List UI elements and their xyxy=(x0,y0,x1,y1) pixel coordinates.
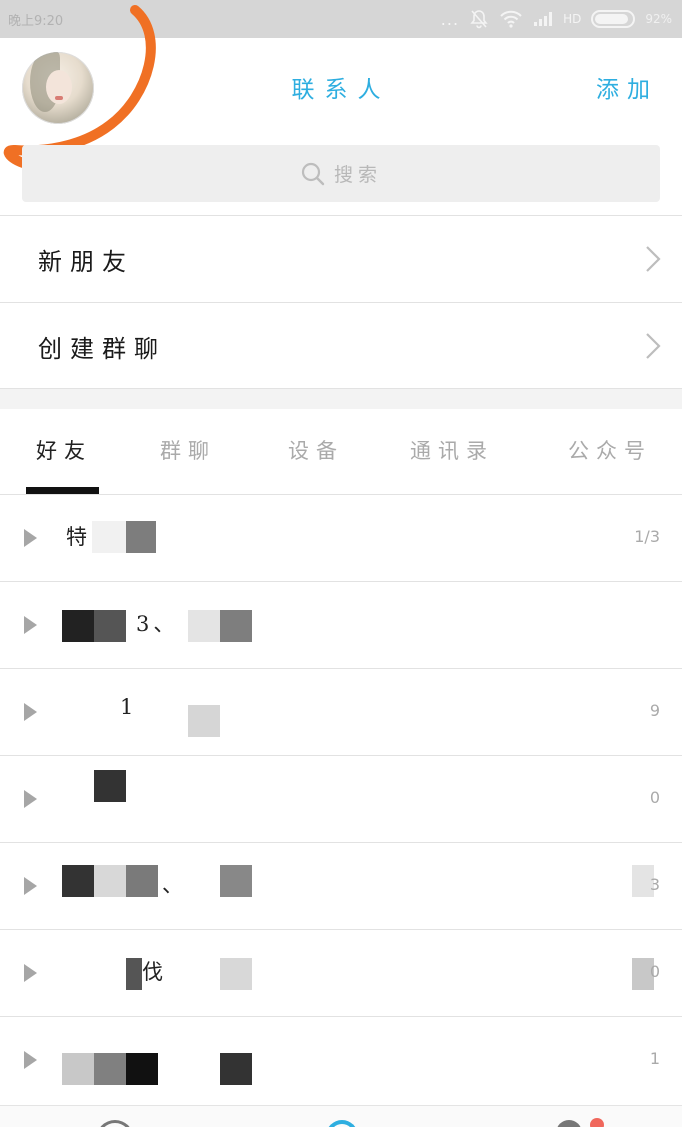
bell-muted-icon xyxy=(470,10,488,29)
friend-group-row[interactable]: 特 关心 1/3 xyxy=(0,495,682,582)
explore-tab-icon[interactable] xyxy=(556,1120,582,1127)
expand-triangle-icon xyxy=(24,616,37,634)
chevron-right-icon xyxy=(646,246,661,272)
friend-group-row[interactable]: 1 xyxy=(0,1017,682,1104)
friend-group-row[interactable]: 3、 xyxy=(0,582,682,669)
contacts-tab-icon[interactable] xyxy=(326,1120,358,1127)
signal-icon xyxy=(534,12,553,26)
expand-triangle-icon xyxy=(24,964,37,982)
notification-badge xyxy=(590,1118,604,1127)
page-title: 联系人 xyxy=(291,77,391,103)
create-group-row[interactable]: 创建群聊 xyxy=(0,303,682,389)
group-name: 、 xyxy=(162,873,187,897)
add-button[interactable]: 添加 xyxy=(596,70,658,104)
status-icons: ... HD 92% xyxy=(441,7,672,31)
expand-triangle-icon xyxy=(24,1051,37,1069)
search-bar[interactable]: 搜索 xyxy=(22,145,660,202)
network-label: HD xyxy=(563,12,582,26)
group-name: 1 xyxy=(120,695,138,719)
section-gap xyxy=(0,389,682,409)
friend-group-row[interactable]: 1 9 xyxy=(0,669,682,756)
status-bar: 晚上9:20 ... HD 92% xyxy=(0,0,682,38)
group-count: 1/3 xyxy=(634,527,660,546)
battery-icon xyxy=(591,10,636,28)
bottom-nav xyxy=(0,1105,682,1127)
wifi-icon xyxy=(500,10,522,28)
create-group-label: 创建群聊 xyxy=(38,335,166,363)
group-count: 9 xyxy=(649,701,660,720)
friend-group-row[interactable]: 、 3 xyxy=(0,843,682,930)
group-name: 3、 xyxy=(136,612,179,636)
tab-groups[interactable]: 群聊 xyxy=(160,435,216,465)
group-count: 1 xyxy=(649,1049,660,1068)
more-dots-icon: ... xyxy=(440,9,460,29)
tab-official-accounts[interactable]: 公众号 xyxy=(568,435,652,465)
expand-triangle-icon xyxy=(24,529,37,547)
friend-group-row[interactable]: 0 xyxy=(0,756,682,843)
tab-address-book[interactable]: 通讯录 xyxy=(410,435,494,465)
group-name: 伐 xyxy=(142,960,167,984)
group-count: 0 xyxy=(649,788,660,807)
search-placeholder: 搜索 xyxy=(333,164,382,186)
battery-percent: 92% xyxy=(645,12,672,26)
search-icon xyxy=(301,162,325,185)
expand-triangle-icon xyxy=(24,877,37,895)
tab-indicator xyxy=(26,487,99,494)
friend-group-row[interactable]: 伐 0 xyxy=(0,930,682,1017)
new-friends-label: 新朋友 xyxy=(38,248,134,276)
expand-triangle-icon xyxy=(24,790,37,808)
tab-devices[interactable]: 设备 xyxy=(288,435,344,465)
group-count: 0 xyxy=(649,962,660,981)
messages-tab-icon[interactable] xyxy=(96,1120,134,1127)
new-friends-row[interactable]: 新朋友 xyxy=(0,216,682,302)
chevron-right-icon xyxy=(646,333,661,359)
group-count: 3 xyxy=(649,875,660,894)
header: 联系人 添加 xyxy=(0,38,682,138)
contact-tabs: 好友 群聊 设备 通讯录 公众号 xyxy=(0,409,682,495)
tab-friends[interactable]: 好友 xyxy=(36,435,92,465)
expand-triangle-icon xyxy=(24,703,37,721)
status-time: 晚上9:20 xyxy=(8,14,64,29)
